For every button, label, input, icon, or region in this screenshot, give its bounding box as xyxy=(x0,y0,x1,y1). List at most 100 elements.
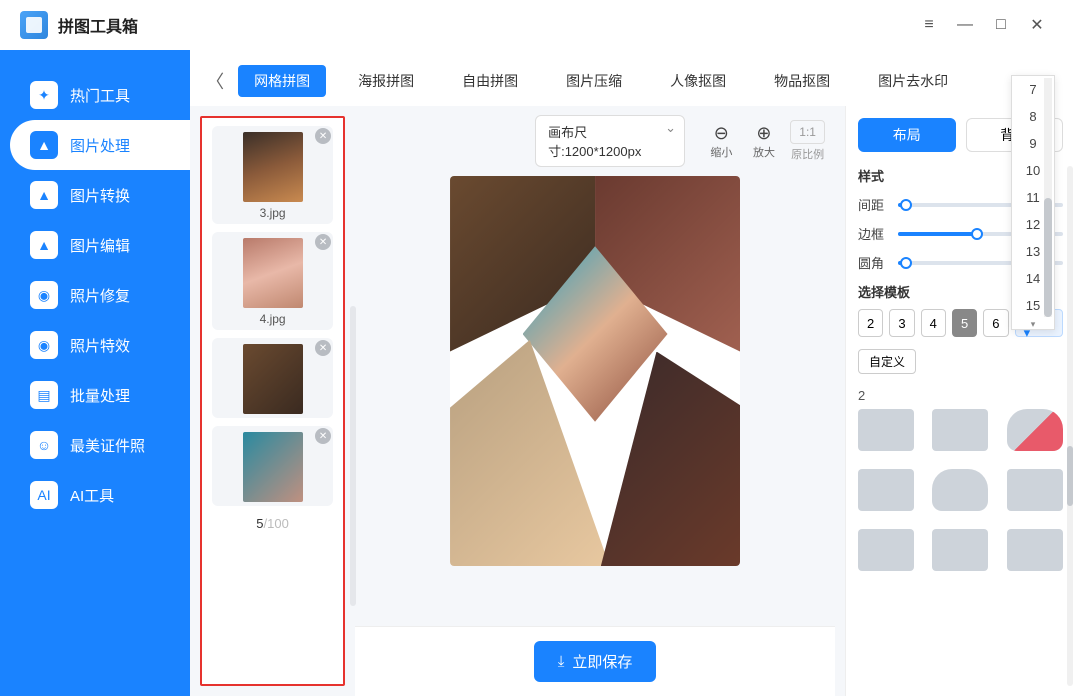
ratio-button[interactable]: 1:1 xyxy=(790,120,825,144)
slider-label: 圆角 xyxy=(858,253,888,272)
thumbnail-name: 4.jpg xyxy=(218,312,327,326)
sidebar-item-label: 图片编辑 xyxy=(70,235,130,256)
tab-1[interactable]: 海报拼图 xyxy=(342,65,430,97)
sidebar-item-4[interactable]: ◉ 照片修复 xyxy=(0,270,190,320)
menu-button[interactable]: ≡ xyxy=(911,7,947,43)
save-button-label: 立即保存 xyxy=(572,651,632,672)
thumbnail-remove-icon[interactable]: ✕ xyxy=(315,428,331,444)
count-button-3[interactable]: 3 xyxy=(889,309,914,337)
sidebar-icon: AI xyxy=(30,481,58,509)
thumbnails-scrollbar[interactable] xyxy=(350,306,356,606)
sidebar-item-label: 批量处理 xyxy=(70,385,130,406)
custom-template-button[interactable]: 自定义 xyxy=(858,349,916,374)
template-thumb[interactable] xyxy=(858,409,914,451)
thumbnail-image xyxy=(243,432,303,502)
zoom-in-label: 放大 xyxy=(753,144,775,160)
tab-2[interactable]: 自由拼图 xyxy=(446,65,534,97)
template-group-label: 2 xyxy=(858,388,1063,403)
template-thumb[interactable] xyxy=(1007,469,1063,511)
template-thumb[interactable] xyxy=(932,409,988,451)
slider-thumb[interactable] xyxy=(900,199,912,211)
canvas-toolbar: 画布尺寸:1200*1200px ⊖ 缩小 ⊕ 放大 1:1 原比例 xyxy=(355,116,835,166)
sidebar-item-7[interactable]: ☺最美证件照 xyxy=(0,420,190,470)
tab-3[interactable]: 图片压缩 xyxy=(550,65,638,97)
collage-preview[interactable] xyxy=(450,176,740,566)
thumbnail-card[interactable]: ✕ 3.jpg xyxy=(212,126,333,224)
sidebar-icon: ▲ xyxy=(30,231,58,259)
sidebar-icon: ◉ xyxy=(30,281,58,309)
maximize-button[interactable]: □ xyxy=(983,7,1019,43)
sidebar-item-5[interactable]: ◉ 照片特效 xyxy=(0,320,190,370)
zoom-out-label: 缩小 xyxy=(710,144,732,160)
ratio-label: 原比例 xyxy=(791,146,824,162)
count-button-4[interactable]: 4 xyxy=(921,309,946,337)
thumbnail-image xyxy=(243,132,303,202)
thumbnails-panel: ✕ 3.jpg ✕ 4.jpg ✕ ✕ 5/100 xyxy=(200,116,345,686)
close-button[interactable]: ✕ xyxy=(1019,7,1055,43)
slider-thumb[interactable] xyxy=(900,257,912,269)
back-button[interactable]: 〈 xyxy=(200,66,230,96)
dropdown-down-arrow-icon[interactable]: ▾ xyxy=(1012,319,1054,329)
save-button[interactable]: ⤓ 立即保存 xyxy=(534,641,657,682)
right-panel-scrollbar[interactable] xyxy=(1067,166,1073,686)
sidebar-icon: ▤ xyxy=(30,381,58,409)
template-thumb[interactable] xyxy=(858,529,914,571)
thumbnail-remove-icon[interactable]: ✕ xyxy=(315,340,331,356)
tabs: 〈 网格拼图海报拼图自由拼图图片压缩人像抠图物品抠图图片去水印 xyxy=(190,56,1075,106)
template-thumb[interactable] xyxy=(858,469,914,511)
zoom-out-button[interactable]: ⊖ 缩小 xyxy=(705,123,738,160)
sidebar-item-1[interactable]: ▲图片处理 xyxy=(10,120,190,170)
slider-label: 边框 xyxy=(858,224,888,243)
sidebar-item-label: 图片转换 xyxy=(70,185,130,206)
right-tab-layout[interactable]: 布局 xyxy=(858,118,956,152)
template-thumb[interactable] xyxy=(932,529,988,571)
tab-6[interactable]: 图片去水印 xyxy=(862,65,964,97)
count-button-6[interactable]: 6 xyxy=(983,309,1008,337)
more-count-dropdown: 789101112131415▾ xyxy=(1011,75,1055,330)
canvas xyxy=(355,166,835,626)
tab-5[interactable]: 物品抠图 xyxy=(758,65,846,97)
tab-4[interactable]: 人像抠图 xyxy=(654,65,742,97)
sidebar-item-label: 照片修复 xyxy=(70,285,130,306)
template-thumb[interactable] xyxy=(1007,409,1063,451)
sidebar-item-6[interactable]: ▤ 批量处理 xyxy=(0,370,190,420)
thumbnail-image xyxy=(243,238,303,308)
tab-0[interactable]: 网格拼图 xyxy=(238,65,326,97)
app-logo-icon xyxy=(20,11,48,39)
sidebar-icon: ✦ xyxy=(30,81,58,109)
sidebar-item-label: 照片特效 xyxy=(70,335,130,356)
thumbnail-image xyxy=(243,344,303,414)
zoom-in-icon: ⊕ xyxy=(756,123,771,144)
dropdown-scrollbar[interactable] xyxy=(1044,78,1052,317)
thumbnail-card[interactable]: ✕ xyxy=(212,338,333,418)
template-thumb[interactable] xyxy=(1007,529,1063,571)
sidebar-item-8[interactable]: AI AI工具 xyxy=(0,470,190,520)
sidebar-item-label: AI工具 xyxy=(70,485,114,506)
count-button-2[interactable]: 2 xyxy=(858,309,883,337)
sidebar-item-2[interactable]: ▲图片转换 xyxy=(0,170,190,220)
thumbnail-card[interactable]: ✕ xyxy=(212,426,333,506)
thumbnail-remove-icon[interactable]: ✕ xyxy=(315,128,331,144)
minimize-button[interactable]: — xyxy=(947,7,983,43)
thumbnail-card[interactable]: ✕ 4.jpg xyxy=(212,232,333,330)
download-icon: ⤓ xyxy=(558,653,565,670)
sidebar-item-label: 热门工具 xyxy=(70,85,130,106)
thumbnail-remove-icon[interactable]: ✕ xyxy=(315,234,331,250)
template-thumb[interactable] xyxy=(932,469,988,511)
app-title: 拼图工具箱 xyxy=(58,13,138,37)
slider-thumb[interactable] xyxy=(971,228,983,240)
sidebar-icon: ▲ xyxy=(30,131,58,159)
sidebar: ✦热门工具▲图片处理▲图片转换▲图片编辑◉照片修复◉照片特效▤批量处理☺最美证件… xyxy=(0,50,190,696)
sidebar-icon: ☺ xyxy=(30,431,58,459)
count-button-5[interactable]: 5 xyxy=(952,309,977,337)
sidebar-icon: ◉ xyxy=(30,331,58,359)
slider-label: 间距 xyxy=(858,195,888,214)
thumbnail-name: 3.jpg xyxy=(218,206,327,220)
template-grid xyxy=(858,409,1063,571)
sidebar-item-0[interactable]: ✦ 热门工具 xyxy=(0,70,190,120)
thumbnails-counter: 5/100 xyxy=(212,516,333,531)
sidebar-item-3[interactable]: ▲ 图片编辑 xyxy=(0,220,190,270)
zoom-in-button[interactable]: ⊕ 放大 xyxy=(748,123,781,160)
canvas-size-dropdown[interactable]: 画布尺寸:1200*1200px xyxy=(535,115,685,167)
titlebar: 拼图工具箱 ≡ — □ ✕ xyxy=(0,0,1075,50)
